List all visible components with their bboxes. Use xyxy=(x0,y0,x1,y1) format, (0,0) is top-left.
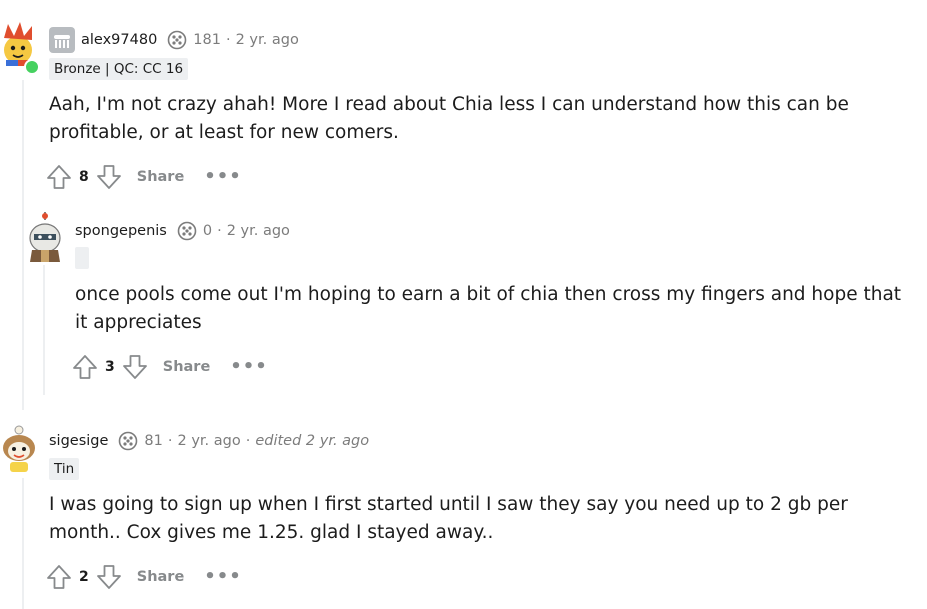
share-button[interactable]: Share xyxy=(137,569,185,585)
moderator-badge-icon xyxy=(49,27,75,53)
upvote-icon[interactable] xyxy=(45,563,73,591)
edited-label: edited 2 yr. ago xyxy=(255,433,370,449)
thread-line[interactable] xyxy=(43,265,45,395)
separator: · xyxy=(225,32,231,48)
thread-line[interactable] xyxy=(22,80,24,410)
more-options-icon[interactable]: ••• xyxy=(204,168,242,186)
vote-score: 2 xyxy=(79,569,89,585)
more-options-icon[interactable]: ••• xyxy=(204,568,242,586)
username[interactable]: alex97480 xyxy=(81,32,157,48)
share-button[interactable]: Share xyxy=(163,359,211,375)
downvote-icon[interactable] xyxy=(95,163,123,191)
downvote-icon[interactable] xyxy=(95,563,123,591)
downvote-icon[interactable] xyxy=(121,353,149,381)
user-flair: Tin xyxy=(49,458,80,480)
separator: · xyxy=(167,433,173,449)
more-options-icon[interactable]: ••• xyxy=(230,358,268,376)
comment-body: Aah, I'm not crazy ahah! More I read abo… xyxy=(49,94,849,143)
separator: · xyxy=(245,433,251,449)
comment-body: once pools come out I'm hoping to earn a… xyxy=(75,284,902,333)
upvote-icon[interactable] xyxy=(71,353,99,381)
karma-icon xyxy=(177,221,197,241)
vote-score: 3 xyxy=(105,359,115,375)
upvote-icon[interactable] xyxy=(45,163,73,191)
user-flair xyxy=(75,247,89,269)
username[interactable]: spongepenis xyxy=(75,223,167,239)
avatar[interactable] xyxy=(26,212,64,264)
karma-icon xyxy=(167,30,187,50)
timestamp[interactable]: 2 yr. ago xyxy=(236,32,299,48)
user-flair: Bronze | QC: CC 16 xyxy=(49,58,189,80)
share-button[interactable]: Share xyxy=(137,169,185,185)
karma-count: 181 xyxy=(193,32,221,48)
avatar[interactable] xyxy=(0,424,38,474)
username[interactable]: sigesige xyxy=(49,433,108,449)
timestamp[interactable]: 2 yr. ago xyxy=(227,223,290,239)
karma-count: 0 xyxy=(202,223,213,239)
online-indicator xyxy=(24,59,40,75)
karma-count: 81 xyxy=(144,433,163,449)
vote-score: 8 xyxy=(79,169,89,185)
karma-icon xyxy=(118,431,138,451)
thread-line[interactable] xyxy=(22,478,24,609)
comment-body: I was going to sign up when I first star… xyxy=(49,494,848,543)
timestamp[interactable]: 2 yr. ago xyxy=(177,433,240,449)
separator: · xyxy=(217,223,222,239)
